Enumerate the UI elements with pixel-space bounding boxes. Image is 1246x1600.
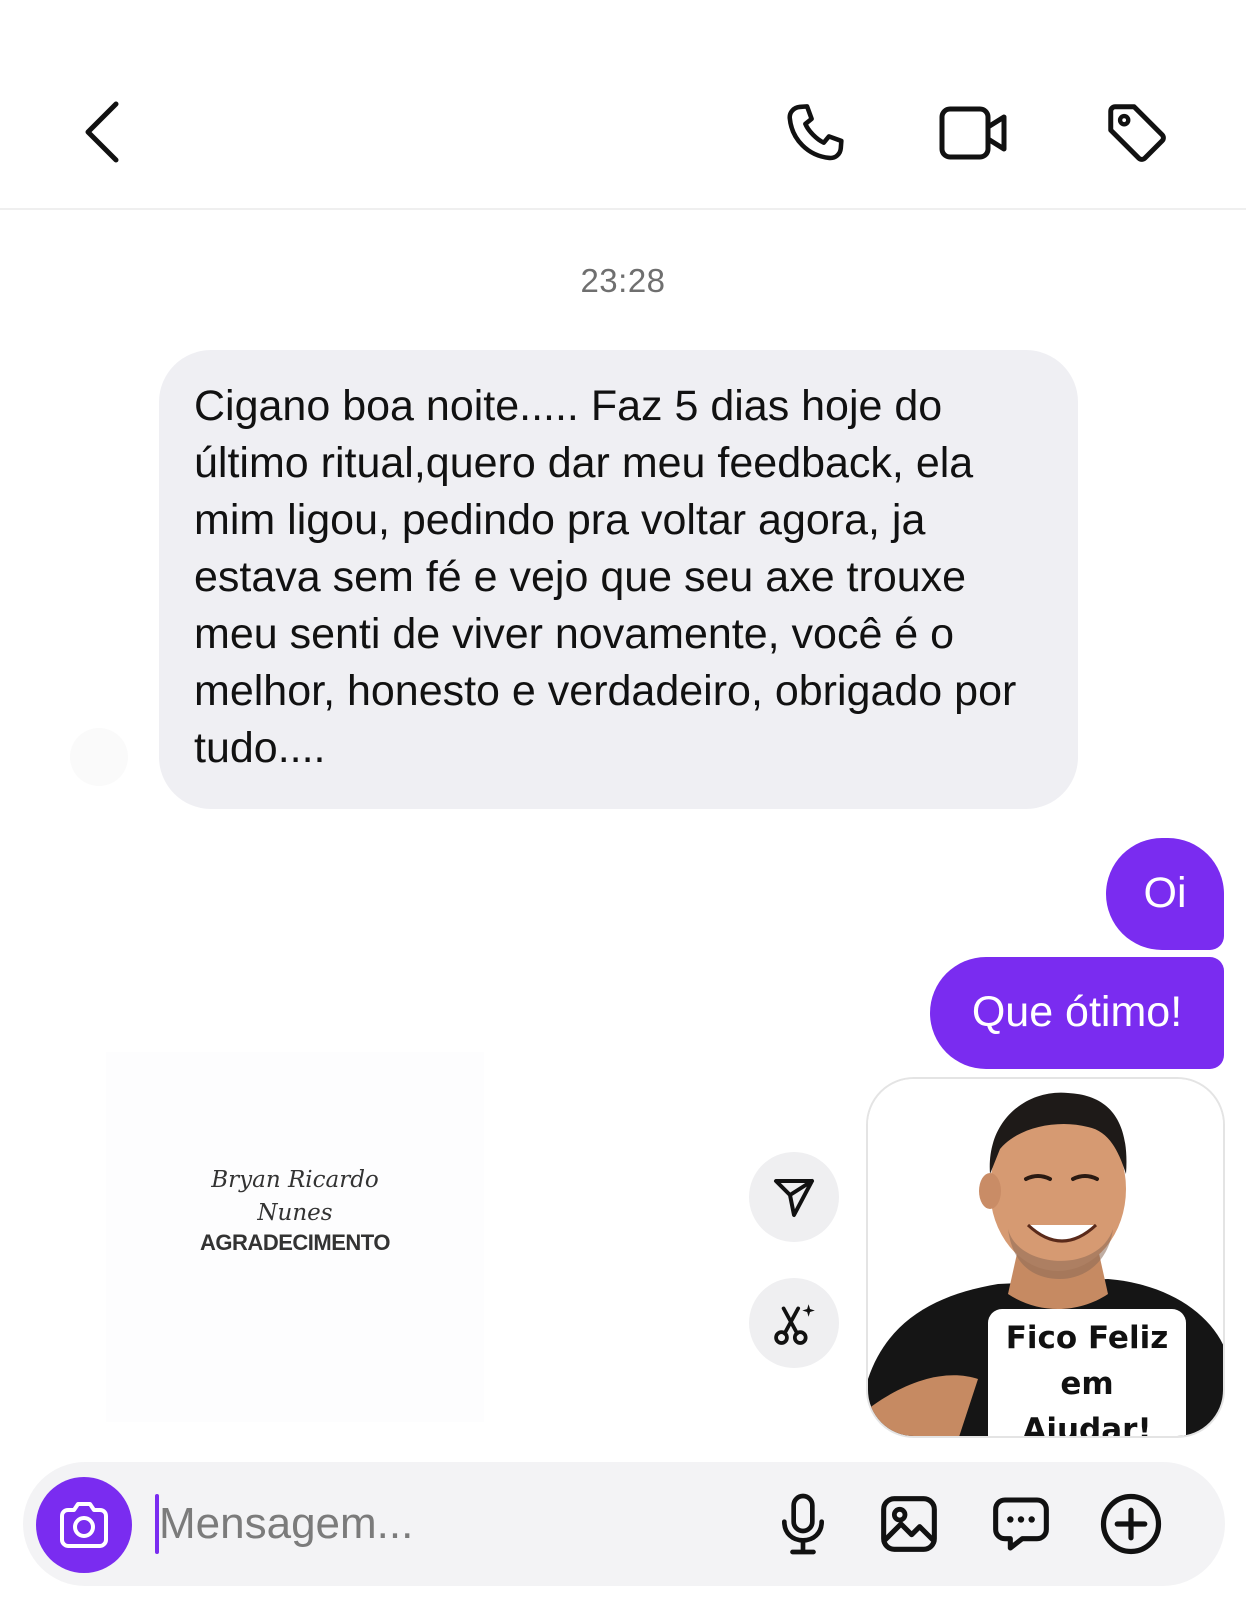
- chat-bubble-icon: [989, 1492, 1053, 1556]
- card-title: AGRADECIMENTO: [200, 1230, 390, 1255]
- message-input[interactable]: [159, 1484, 719, 1564]
- cutout-button[interactable]: [749, 1278, 839, 1368]
- microphone-icon: [775, 1491, 831, 1557]
- sticker-caption: Fico Feliz em Ajudar!: [988, 1309, 1186, 1438]
- plus-circle-icon: [1098, 1491, 1164, 1557]
- chevron-left-icon: [82, 100, 122, 164]
- scissors-sparkle-icon: [769, 1298, 819, 1348]
- sticker-button[interactable]: [981, 1484, 1061, 1564]
- contact-name: [340, 92, 600, 122]
- paper-plane-icon: [770, 1173, 818, 1221]
- shared-post-card[interactable]: Bryan Ricardo Nunes AGRADECIMENTO: [106, 1052, 484, 1422]
- sender-avatar[interactable]: [70, 728, 128, 786]
- sticker-message[interactable]: Fico Feliz em Ajudar!: [866, 1077, 1225, 1438]
- voice-message-button[interactable]: [763, 1484, 843, 1564]
- card-signature-line-1: Bryan Ricardo: [211, 1167, 379, 1193]
- gallery-button[interactable]: [869, 1484, 949, 1564]
- message-timestamp: 23:28: [580, 262, 666, 299]
- card-signature-line-2: Nunes: [257, 1200, 333, 1226]
- received-message[interactable]: Cigano boa noite..... Faz 5 dias hoje do…: [159, 350, 1078, 809]
- chat-header: [0, 0, 1246, 210]
- back-button[interactable]: [72, 92, 132, 172]
- sticker-caption-line-2: em Ajudar!: [1022, 1366, 1152, 1438]
- share-button[interactable]: [749, 1152, 839, 1242]
- video-call-button[interactable]: [930, 88, 1020, 178]
- call-button[interactable]: [770, 88, 860, 178]
- sticker-caption-line-1: Fico Feliz: [1005, 1320, 1169, 1356]
- image-icon: [877, 1492, 941, 1556]
- video-camera-icon: [938, 101, 1012, 165]
- sent-message-que-otimo[interactable]: Que ótimo!: [930, 957, 1224, 1069]
- camera-icon: [58, 1502, 110, 1548]
- tag-button[interactable]: [1092, 88, 1182, 178]
- sent-message-oi[interactable]: Oi: [1106, 838, 1224, 950]
- message-composer: [23, 1462, 1225, 1586]
- card-signature: Bryan Ricardo Nunes: [106, 1164, 484, 1230]
- more-options-button[interactable]: [1091, 1484, 1171, 1564]
- phone-icon: [781, 99, 849, 167]
- tag-icon: [1102, 98, 1172, 168]
- camera-button[interactable]: [36, 1477, 132, 1573]
- contact-info[interactable]: [300, 80, 680, 190]
